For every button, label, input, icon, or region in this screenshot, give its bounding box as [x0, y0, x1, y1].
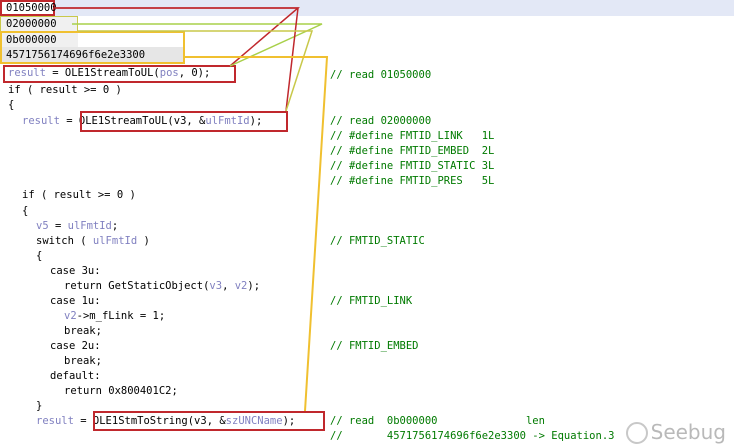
connector-olive	[78, 30, 314, 112]
connector-lines	[55, 7, 329, 412]
seebug-watermark: Seebug	[625, 420, 726, 444]
seebug-logo-icon	[625, 422, 648, 444]
connector-gold	[185, 56, 329, 412]
